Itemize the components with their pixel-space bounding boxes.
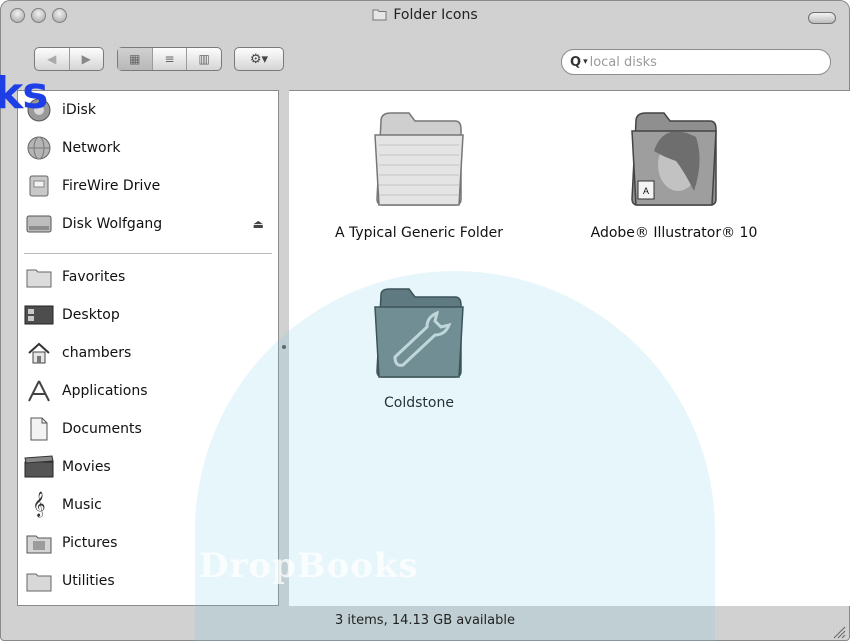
home-icon bbox=[24, 339, 54, 367]
generic-folder-icon bbox=[369, 112, 469, 215]
back-arrow-icon: ◀ bbox=[47, 52, 57, 66]
wrench-folder-icon bbox=[369, 288, 469, 385]
toolbar-toggle-button[interactable] bbox=[808, 12, 836, 24]
search-icon: Q bbox=[570, 54, 582, 70]
list-view-button[interactable]: ≡ bbox=[153, 48, 188, 70]
eject-icon[interactable]: ⏏ bbox=[253, 217, 264, 231]
sidebar-item-label: Desktop bbox=[62, 307, 120, 323]
sidebar-item-label: Pictures bbox=[62, 535, 118, 551]
sidebar-item-label: Disk Wolfgang bbox=[62, 216, 163, 232]
music-icon: 𝄞 bbox=[32, 492, 46, 517]
list-view-icon: ≡ bbox=[164, 52, 175, 66]
sidebar-divider bbox=[24, 253, 272, 254]
sidebar-item-label: Favorites bbox=[62, 269, 126, 285]
hard-disk-icon bbox=[24, 210, 54, 238]
folder-title-icon bbox=[372, 7, 387, 25]
sidebar-item-label: chambers bbox=[62, 345, 132, 361]
documents-icon bbox=[24, 415, 54, 443]
sidebar: iDisk Network FireWire Drive Disk Wolfga… bbox=[17, 90, 279, 606]
favorites-folder-icon bbox=[24, 263, 54, 291]
file-item-coldstone[interactable]: Coldstone bbox=[319, 281, 519, 411]
search-field[interactable]: Q ▾ local disks bbox=[561, 49, 831, 75]
sidebar-item-network[interactable]: Network bbox=[24, 132, 272, 164]
sidebar-splitter[interactable] bbox=[279, 90, 289, 606]
toolbar: ◀ ▶ ▦ ≡ ▥ ⚙▾ Q ▾ local disks bbox=[0, 34, 850, 88]
sidebar-item-idisk[interactable]: iDisk bbox=[24, 94, 272, 126]
status-text: 3 items, 14.13 GB available bbox=[335, 613, 515, 628]
applications-icon bbox=[24, 377, 54, 405]
sidebar-item-label: Music bbox=[62, 497, 102, 513]
sidebar-item-label: Utilities bbox=[62, 573, 115, 589]
search-input-value[interactable]: local disks bbox=[590, 55, 657, 70]
pictures-icon bbox=[24, 529, 54, 557]
splitter-handle-icon bbox=[282, 345, 286, 349]
sidebar-item-disk-wolfgang[interactable]: Disk Wolfgang ⏏ bbox=[24, 208, 272, 240]
column-view-icon: ▥ bbox=[198, 52, 210, 66]
svg-text:A: A bbox=[643, 186, 649, 196]
column-view-button[interactable]: ▥ bbox=[187, 48, 221, 70]
movies-icon bbox=[24, 453, 54, 481]
desktop-icon bbox=[24, 301, 54, 329]
sidebar-item-favorites[interactable]: Favorites bbox=[24, 261, 272, 293]
file-item-label: A Typical Generic Folder bbox=[334, 225, 504, 241]
forward-button[interactable]: ▶ bbox=[70, 48, 104, 70]
window-title-text: Folder Icons bbox=[393, 7, 478, 23]
sidebar-item-label: Network bbox=[62, 140, 121, 156]
watermark-center-text: DropBooks bbox=[199, 546, 419, 586]
sidebar-item-documents[interactable]: Documents bbox=[24, 413, 272, 445]
window-title: Folder Icons bbox=[0, 7, 850, 25]
sidebar-item-label: FireWire Drive bbox=[62, 178, 161, 194]
icon-view-icon: ▦ bbox=[129, 52, 141, 66]
sidebar-item-label: Movies bbox=[62, 459, 111, 475]
sidebar-item-firewire-drive[interactable]: FireWire Drive bbox=[24, 170, 272, 202]
sidebar-item-applications[interactable]: Applications bbox=[24, 375, 272, 407]
sidebar-item-label: Documents bbox=[62, 421, 142, 437]
gear-icon: ⚙▾ bbox=[249, 51, 269, 67]
sidebar-item-desktop[interactable]: Desktop bbox=[24, 299, 272, 331]
sidebar-item-chambers[interactable]: chambers bbox=[24, 337, 272, 369]
sidebar-item-music[interactable]: 𝄞 Music bbox=[24, 489, 272, 521]
resize-grip-icon[interactable] bbox=[830, 621, 846, 639]
watermark-corner-text: ks bbox=[0, 68, 48, 119]
file-item-illustrator[interactable]: A Adobe® Illustrator® 10 bbox=[569, 101, 779, 241]
file-item-label: Coldstone bbox=[384, 395, 454, 411]
sidebar-item-movies[interactable]: Movies bbox=[24, 451, 272, 483]
utilities-folder-icon bbox=[24, 567, 54, 595]
status-bar: 3 items, 14.13 GB available bbox=[0, 606, 850, 641]
view-mode-control: ▦ ≡ ▥ bbox=[117, 47, 222, 71]
illustrator-folder-icon: A bbox=[624, 112, 724, 215]
file-item-label: Adobe® Illustrator® 10 bbox=[590, 225, 758, 241]
forward-arrow-icon: ▶ bbox=[81, 52, 91, 66]
search-menu-chevron-icon[interactable]: ▾ bbox=[583, 57, 588, 67]
sidebar-item-label: Applications bbox=[62, 383, 148, 399]
content-area: A Typical Generic Folder A Adobe® Illust… bbox=[195, 90, 850, 641]
icon-view-button[interactable]: ▦ bbox=[118, 48, 153, 70]
file-item-generic-folder[interactable]: A Typical Generic Folder bbox=[319, 101, 519, 241]
title-bar[interactable]: Folder Icons bbox=[0, 0, 850, 34]
firewire-drive-icon bbox=[24, 172, 54, 200]
finder-window: Folder Icons ◀ ▶ ▦ ≡ ▥ ⚙▾ Q ▾ local disks… bbox=[0, 0, 850, 641]
network-icon bbox=[24, 134, 54, 162]
action-menu-button[interactable]: ⚙▾ bbox=[234, 47, 284, 71]
sidebar-item-label: iDisk bbox=[62, 102, 96, 118]
back-button[interactable]: ◀ bbox=[35, 48, 70, 70]
